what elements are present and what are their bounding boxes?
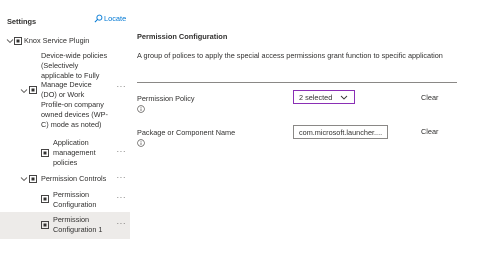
- locate-button[interactable]: Locate: [94, 14, 126, 23]
- sidebar-item-permission-controls[interactable]: Permission Controls: [41, 174, 106, 184]
- sidebar-item-label: C) mode as noted): [41, 120, 102, 129]
- sidebar-item-permission-configuration-1[interactable]: Permission Configuration 1: [53, 215, 103, 235]
- sidebar-title: Settings: [7, 17, 37, 26]
- chevron-down-icon[interactable]: [20, 87, 28, 95]
- dropdown-value: 2 selected: [299, 92, 333, 102]
- sidebar-item-permission-configuration[interactable]: Permission Configuration: [53, 190, 96, 210]
- locate-label: Locate: [104, 14, 127, 23]
- sidebar-item-label: Configuration: [53, 200, 97, 209]
- policy-node-icon: [29, 175, 37, 183]
- policy-node-icon: [41, 149, 49, 157]
- sidebar-item-knox-service-plugin[interactable]: Knox Service Plugin: [24, 36, 89, 46]
- sidebar-item-label: (Selectively: [41, 61, 79, 70]
- search-icon: [94, 14, 103, 23]
- policy-node-icon: [29, 86, 37, 94]
- policy-node-icon: [41, 195, 49, 203]
- page-title: Permission Configuration: [137, 32, 228, 41]
- sidebar-item-label: Profile-on company: [41, 100, 104, 109]
- permission-policy-dropdown[interactable]: 2 selected: [293, 90, 355, 104]
- sidebar-item-label: Knox Service Plugin: [24, 36, 90, 45]
- sidebar-item-label: (DO) or Work: [41, 90, 85, 99]
- more-options-button[interactable]: ···: [117, 219, 127, 228]
- sidebar-item-label: Permission Controls: [41, 174, 107, 183]
- divider: [137, 82, 457, 83]
- policy-node-icon: [41, 221, 49, 229]
- sidebar-item-application-management[interactable]: Application management policies: [53, 138, 96, 168]
- policy-node-icon: [14, 37, 22, 45]
- sidebar-item-device-wide-policies[interactable]: Device-wide policies (Selectively applic…: [41, 51, 107, 81]
- sidebar-item-label: owned devices (WP-: [41, 110, 108, 119]
- clear-package-name-button[interactable]: Clear: [421, 127, 438, 136]
- package-name-input[interactable]: com.microsoft.launcher....: [293, 125, 388, 139]
- info-icon[interactable]: [137, 105, 145, 113]
- sidebar-item-label: Configuration 1: [53, 225, 103, 234]
- sidebar-item-manage-device[interactable]: Manage Device (DO) or Work Profile-on co…: [41, 80, 108, 130]
- chevron-down-icon[interactable]: [6, 37, 14, 45]
- sidebar-item-label: Device-wide policies: [41, 51, 108, 60]
- chevron-down-icon[interactable]: [20, 175, 28, 183]
- clear-permission-policy-button[interactable]: Clear: [421, 93, 438, 102]
- detail-panel: Permission Configuration A group of poli…: [131, 0, 500, 280]
- more-options-button[interactable]: ···: [117, 173, 127, 182]
- sidebar-item-label: policies: [53, 158, 78, 167]
- sidebar-item-label: Application: [53, 138, 89, 147]
- more-options-button[interactable]: ···: [117, 193, 127, 202]
- permission-policy-label: Permission Policy: [137, 94, 195, 103]
- sidebar-item-label: management: [53, 148, 96, 157]
- sidebar-item-label: Permission: [53, 190, 90, 199]
- description-text: A group of polices to apply the special …: [137, 51, 443, 60]
- input-value: com.microsoft.launcher....: [299, 127, 383, 137]
- more-options-button[interactable]: ···: [117, 82, 127, 91]
- more-options-button[interactable]: ···: [117, 147, 127, 156]
- sidebar-item-label: Permission: [53, 215, 90, 224]
- sidebar-item-label: Manage Device: [41, 80, 92, 89]
- package-name-label: Package or Component Name: [137, 128, 236, 137]
- settings-sidebar: Settings Locate Knox Service Plugin Devi…: [0, 0, 131, 280]
- chevron-down-icon: [340, 95, 348, 100]
- info-icon[interactable]: [137, 139, 145, 147]
